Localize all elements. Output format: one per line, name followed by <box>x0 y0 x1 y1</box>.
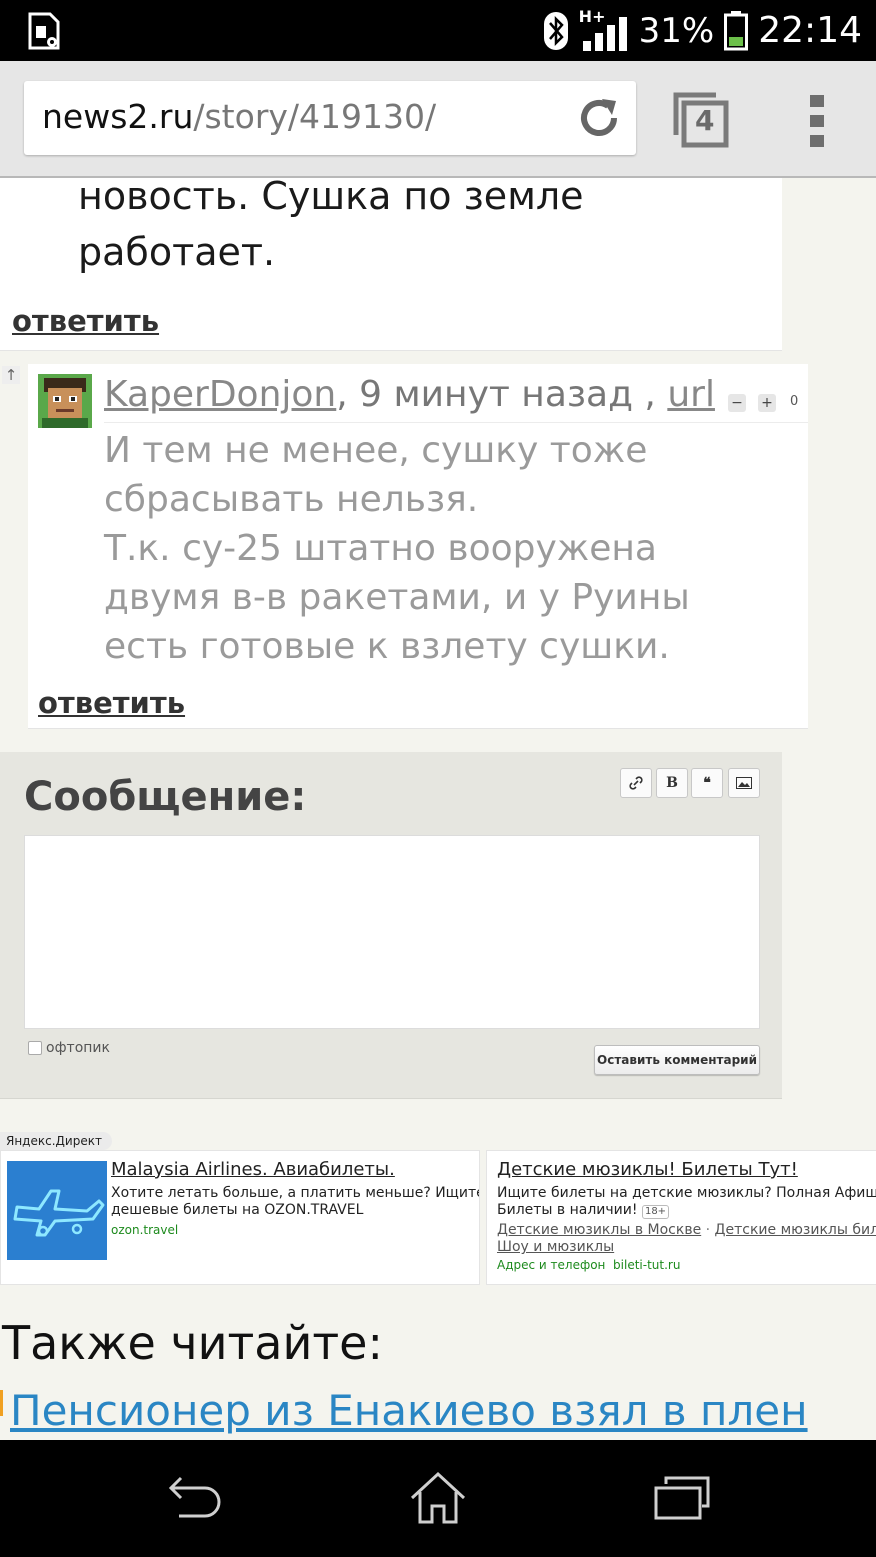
tab-count: 4 <box>695 104 715 137</box>
age-badge: 18+ <box>641 1205 670 1219</box>
navigation-bar <box>0 1440 876 1557</box>
bluetooth-icon <box>543 11 568 50</box>
tabs-button[interactable]: 4 <box>672 91 730 149</box>
ad-domain[interactable]: bileti-tut.ru <box>613 1258 680 1272</box>
comment-author[interactable]: KaperDonjon <box>104 374 336 415</box>
reply-link[interactable]: ответить <box>12 304 159 338</box>
ad-domain[interactable]: ozon.travel <box>111 1223 178 1237</box>
comment-body: новость. Сушка по земле работает. <box>78 178 584 280</box>
comment-time: , 9 минут назад , <box>336 374 668 415</box>
url-path: /story/419130/ <box>193 97 437 136</box>
comment-line: Т.к. су-25 штатно вооружена <box>104 528 657 569</box>
ad-sitelink[interactable]: Шоу и мюзиклы <box>497 1239 614 1255</box>
ad-text: Ищите билеты на детские мюзиклы? Полная … <box>497 1185 876 1219</box>
ad-block[interactable]: Malaysia Airlines. Авиабилеты. Хотите ле… <box>0 1150 480 1285</box>
browser-toolbar: news2.ru/story/419130/ 4 <box>0 61 876 178</box>
comment-line: новость. Сушка по земле <box>78 178 584 218</box>
divider <box>104 422 808 423</box>
ad-text-line: Хотите летать больше, а платить меньше? … <box>111 1185 480 1201</box>
comment-url-link[interactable]: url <box>667 374 715 415</box>
vote-down-button[interactable]: − <box>728 394 746 412</box>
ad-sitelink[interactable]: Детские мюзиклы билеты <box>715 1222 876 1238</box>
form-title: Сообщение: <box>24 774 307 820</box>
ad-label[interactable]: Яндекс.Директ <box>0 1132 112 1150</box>
reload-icon[interactable] <box>576 95 622 141</box>
ad-block[interactable]: Детские мюзиклы! Билеты Тут! Ищите билет… <box>486 1150 876 1285</box>
insert-link-button[interactable] <box>620 768 652 798</box>
signal-indicator: H+ <box>579 7 629 51</box>
link-icon <box>629 776 643 790</box>
quote-button[interactable]: ❝ <box>691 768 723 798</box>
comment-card: KaperDonjon, 9 минут назад , url − + 0 И… <box>28 364 808 729</box>
comment-line: есть готовые к взлету сушки. <box>104 626 670 667</box>
ad-title[interactable]: Детские мюзиклы! Билеты Тут! <box>497 1159 798 1180</box>
also-read-heading: Также читайте: <box>2 1316 383 1370</box>
submit-comment-button[interactable]: Оставить комментарий <box>594 1045 760 1075</box>
ad-sitelink[interactable]: Детские мюзиклы в Москве <box>497 1222 701 1238</box>
offtopic-option[interactable]: офтопик <box>28 1040 110 1056</box>
plane-icon <box>13 1189 105 1237</box>
status-bar: H+ 31% 22:14 <box>0 0 876 61</box>
sim-settings-icon <box>28 12 60 50</box>
address-bar[interactable]: news2.ru/story/419130/ <box>24 81 636 155</box>
ad-text: Хотите летать больше, а платить меньше? … <box>111 1185 480 1219</box>
also-read-link[interactable]: Пенсионер из Енакиево взял в плен <box>10 1386 808 1435</box>
clock: 22:14 <box>758 10 862 51</box>
signal-icon <box>582 16 627 51</box>
offtopic-checkbox[interactable] <box>28 1041 42 1055</box>
url-domain: news2.ru <box>42 97 194 136</box>
ad-image[interactable] <box>7 1161 107 1260</box>
comment-line: сбрасывать нельзя. <box>104 479 479 520</box>
ad-title[interactable]: Malaysia Airlines. Авиабилеты. <box>111 1159 395 1180</box>
ad-text-line: Билеты в наличии! 18+ <box>497 1202 876 1219</box>
comment-card: новость. Сушка по земле работает. ответи… <box>0 178 782 351</box>
ad-sitelinks: Детские мюзиклы в Москве · Детские мюзик… <box>497 1222 876 1256</box>
ad-text-fragment: Билеты в наличии! <box>497 1202 638 1218</box>
separator: · <box>705 1222 711 1238</box>
back-icon[interactable] <box>165 1470 225 1526</box>
battery-icon <box>724 10 749 50</box>
comment-line: двумя в-в ракетами, и у Руины <box>104 577 690 618</box>
vote-score: 0 <box>790 394 799 409</box>
comment-header: KaperDonjon, 9 минут назад , url <box>104 374 715 415</box>
up-arrow-icon[interactable]: ↑ <box>2 366 20 384</box>
home-icon[interactable] <box>408 1470 468 1526</box>
comment-line: работает. <box>78 230 276 274</box>
reply-link[interactable]: ответить <box>38 686 185 720</box>
recent-apps-icon[interactable] <box>652 1470 712 1526</box>
ad-text-line: дешевые билеты на OZON.TRAVEL <box>111 1202 364 1218</box>
bold-button[interactable]: B <box>656 768 688 798</box>
message-textarea[interactable] <box>24 835 760 1029</box>
offtopic-label: офтопик <box>46 1040 110 1056</box>
comment-body: И тем не менее, сушку тоже сбрасывать не… <box>104 426 794 671</box>
url-text[interactable]: news2.ru/story/419130/ <box>42 97 436 136</box>
insert-image-button[interactable] <box>728 768 760 798</box>
ad-contacts-link[interactable]: Адрес и телефон <box>497 1258 605 1272</box>
battery-percent: 31% <box>638 10 715 51</box>
comment-line: И тем не менее, сушку тоже <box>104 430 648 471</box>
vote-up-button[interactable]: + <box>758 394 776 412</box>
page-content: новость. Сушка по земле работает. ответи… <box>0 178 876 1440</box>
overflow-menu-icon[interactable] <box>806 93 828 149</box>
avatar[interactable] <box>38 374 92 428</box>
ad-contacts: Адрес и телефон bileti-tut.ru <box>497 1258 680 1272</box>
link-marker <box>0 1390 3 1416</box>
comment-form: Сообщение: B ❝ офтопик Оставить коммента… <box>0 752 782 1099</box>
ad-text-line: Ищите билеты на детские мюзиклы? Полная … <box>497 1185 876 1201</box>
image-icon <box>736 777 752 789</box>
